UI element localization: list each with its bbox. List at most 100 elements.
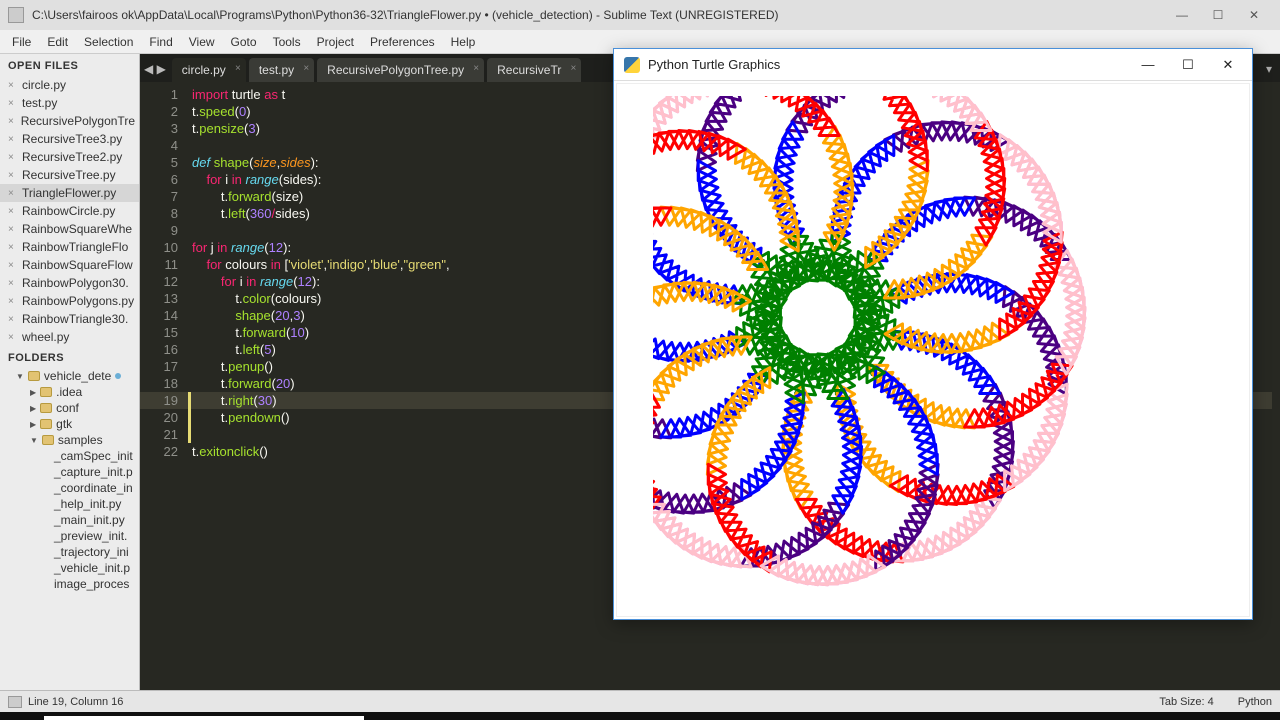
close-icon[interactable]: × [303, 63, 309, 74]
taskbar-app[interactable]: C:\U... [698, 712, 760, 720]
menu-file[interactable]: File [4, 35, 39, 49]
turtle-close-button[interactable]: ✕ [1208, 51, 1248, 79]
taskbar-pinned-icon[interactable] [448, 712, 490, 720]
menu-edit[interactable]: Edit [39, 35, 76, 49]
taskbar-app[interactable]: 1 of ... [760, 712, 822, 720]
close-icon[interactable]: × [8, 116, 17, 127]
menu-project[interactable]: Project [309, 35, 362, 49]
editor-tab[interactable]: test.py× [249, 58, 314, 82]
open-file-item[interactable]: ×RecursivePolygonTre [0, 112, 139, 130]
file-item[interactable]: _preview_init. [10, 528, 139, 544]
close-icon[interactable]: × [8, 260, 18, 271]
menu-find[interactable]: Find [141, 35, 180, 49]
turtle-minimize-button[interactable]: — [1128, 51, 1168, 79]
close-icon[interactable]: × [8, 80, 18, 91]
open-file-item[interactable]: ×RainbowSquareWhe [0, 220, 139, 238]
close-icon[interactable]: × [8, 314, 18, 325]
modified-marker [188, 392, 191, 443]
file-item[interactable]: image_proces [10, 576, 139, 592]
menu-goto[interactable]: Goto [223, 35, 265, 49]
open-file-item[interactable]: ×TriangleFlower.py [0, 184, 139, 202]
open-file-item[interactable]: ×RecursiveTree2.py [0, 148, 139, 166]
close-icon[interactable]: × [8, 332, 18, 343]
menu-selection[interactable]: Selection [76, 35, 141, 49]
close-icon[interactable]: × [8, 134, 18, 145]
folder-root[interactable]: ▼vehicle_dete [10, 368, 139, 384]
open-file-item[interactable]: ×test.py [0, 94, 139, 112]
folder-icon [40, 419, 52, 429]
close-icon[interactable]: × [8, 278, 18, 289]
status-language[interactable]: Python [1238, 696, 1272, 708]
file-item[interactable]: _trajectory_ini [10, 544, 139, 560]
open-file-item[interactable]: ×RainbowSquareFlow [0, 256, 139, 274]
close-icon[interactable]: × [8, 188, 18, 199]
file-item[interactable]: _vehicle_init.p [10, 560, 139, 576]
folder-label: .idea [56, 385, 82, 399]
close-icon[interactable]: × [8, 170, 18, 181]
file-label: RainbowTriangleFlo [22, 240, 128, 254]
taskbar-pinned-icon[interactable] [364, 712, 406, 720]
file-label: _camSpec_init [54, 449, 133, 463]
turtle-maximize-button[interactable]: ☐ [1168, 51, 1208, 79]
editor-tab[interactable]: RecursiveTr× [487, 58, 581, 82]
open-file-item[interactable]: ×circle.py [0, 76, 139, 94]
folder-item[interactable]: ▶.idea [10, 384, 139, 400]
taskbar-pinned-icon[interactable] [406, 712, 448, 720]
file-item[interactable]: _coordinate_in [10, 480, 139, 496]
close-icon[interactable]: × [8, 152, 18, 163]
open-file-item[interactable]: ×RainbowTriangle30. [0, 310, 139, 328]
close-icon[interactable]: × [8, 296, 18, 307]
open-file-item[interactable]: × RecursiveTree.py [0, 166, 139, 184]
taskbar-app[interactable]: Cm... [636, 712, 698, 720]
file-item[interactable]: _main_init.py [10, 512, 139, 528]
file-label: _trajectory_ini [54, 545, 129, 559]
folder-item[interactable]: ▶conf [10, 400, 139, 416]
close-icon[interactable]: × [235, 63, 241, 74]
tab-nav-arrows[interactable]: ◀ ▶ [144, 62, 172, 82]
file-item[interactable]: _help_init.py [10, 496, 139, 512]
python-icon [624, 57, 640, 73]
status-position: Line 19, Column 16 [28, 696, 123, 708]
open-file-item[interactable]: ×RainbowPolygon30. [0, 274, 139, 292]
chevron-icon: ▶ [30, 404, 36, 413]
open-file-item[interactable]: ×RecursiveTree3.py [0, 130, 139, 148]
open-file-item[interactable]: × RainbowTriangleFlo [0, 238, 139, 256]
taskbar-pinned-icon[interactable] [532, 712, 574, 720]
taskbar-pinned-icon[interactable] [490, 712, 532, 720]
menu-preferences[interactable]: Preferences [362, 35, 443, 49]
menu-tools[interactable]: Tools [265, 35, 309, 49]
taskbar-app[interactable]: Mov... [822, 712, 884, 720]
open-file-item[interactable]: × RainbowPolygons.py [0, 292, 139, 310]
file-item[interactable]: _camSpec_init [10, 448, 139, 464]
start-button[interactable] [0, 712, 44, 720]
folder-item[interactable]: ▼samples [10, 432, 139, 448]
close-button[interactable]: ✕ [1236, 5, 1272, 25]
status-tab-size[interactable]: Tab Size: 4 [1159, 696, 1213, 708]
menu-help[interactable]: Help [443, 35, 484, 49]
close-icon[interactable]: × [473, 63, 479, 74]
maximize-button[interactable]: ☐ [1200, 5, 1236, 25]
close-icon[interactable]: × [8, 98, 18, 109]
file-label: RecursiveTree.py [22, 168, 116, 182]
close-icon[interactable]: × [8, 206, 18, 217]
tab-overflow-icon[interactable]: ▾ [1258, 62, 1280, 82]
open-file-item[interactable]: ×wheel.py [0, 328, 139, 346]
folder-icon [28, 371, 40, 381]
file-item[interactable]: _capture_init.p [10, 464, 139, 480]
file-label: RainbowPolygons.py [22, 294, 134, 308]
folder-icon [40, 387, 52, 397]
minimize-button[interactable]: — [1164, 5, 1200, 25]
close-icon[interactable]: × [8, 242, 18, 253]
close-icon[interactable]: × [571, 63, 577, 74]
editor-tab[interactable]: RecursivePolygonTree.py× [317, 58, 484, 82]
file-label: image_proces [54, 577, 129, 591]
taskbar-app[interactable]: YouT... [574, 712, 636, 720]
taskbar-app[interactable]: c.txt ... [884, 712, 946, 720]
taskbar-search[interactable]: Type here to search 🎤 [44, 716, 364, 720]
editor-tab[interactable]: circle.py× [172, 58, 246, 82]
open-file-item[interactable]: ×RainbowCircle.py [0, 202, 139, 220]
menu-view[interactable]: View [181, 35, 223, 49]
folder-item[interactable]: ▶gtk [10, 416, 139, 432]
taskbar-app[interactable]: Pyt... [946, 712, 1008, 720]
close-icon[interactable]: × [8, 224, 18, 235]
